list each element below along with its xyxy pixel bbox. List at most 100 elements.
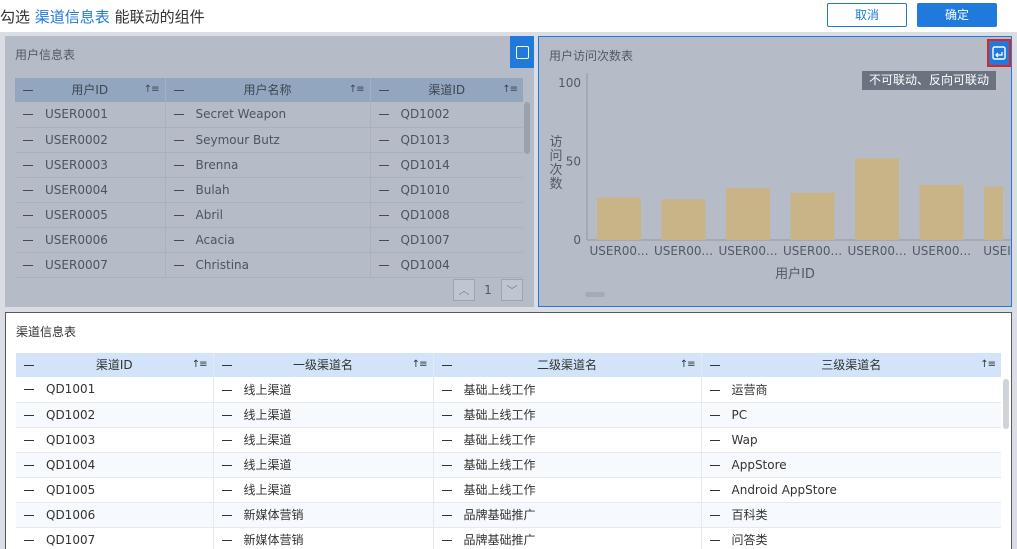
column-header[interactable]: 一级渠道名 ↑≡ <box>212 353 433 377</box>
bar-user00-2[interactable] <box>661 199 706 240</box>
sort-icon[interactable]: ↑≡ <box>680 353 696 377</box>
collapse-icon[interactable] <box>173 239 184 241</box>
sort-icon[interactable]: ↑≡ <box>502 78 518 102</box>
bar-user00-5[interactable] <box>855 158 899 240</box>
collapse-icon[interactable] <box>23 214 33 216</box>
user-table-panel[interactable]: 用户信息表 用户ID ↑≡ 用户名称 ↑≡ 渠道ID ↑≡ USER0001 Secret … <box>5 36 534 307</box>
channel-table-row[interactable]: QD1005 线上渠道 基础上线工作 Android AppStore <box>16 477 1001 503</box>
collapse-icon[interactable] <box>221 490 232 491</box>
user-table-row[interactable]: USER0004 Bulah QD1010 <box>15 177 523 203</box>
collapse-icon[interactable] <box>441 440 452 441</box>
collapse-icon[interactable] <box>24 489 34 491</box>
user-table-row[interactable]: USER0005 Abril QD1008 <box>15 202 523 228</box>
channel-table-row[interactable]: QD1003 线上渠道 基础上线工作 Wap <box>16 427 1001 453</box>
collapse-icon[interactable] <box>221 440 232 441</box>
cell-value: 基础上线工作 <box>463 433 536 447</box>
collapse-icon[interactable] <box>378 239 389 241</box>
collapse-icon[interactable] <box>23 164 33 166</box>
collapse-icon[interactable] <box>24 539 34 541</box>
column-header[interactable]: 用户名称 ↑≡ <box>164 78 370 102</box>
prev-page-button[interactable]: ︿ <box>453 279 475 301</box>
collapse-icon[interactable] <box>173 189 184 191</box>
collapse-icon[interactable] <box>24 464 34 466</box>
collapse-icon[interactable] <box>23 189 33 191</box>
collapse-icon[interactable] <box>221 415 232 416</box>
table-cell: QD1004 <box>369 252 523 278</box>
user-table-row[interactable]: USER0001 Secret Weapon QD1002 <box>15 102 523 128</box>
collapse-icon[interactable] <box>23 114 33 116</box>
visit-chart-panel[interactable]: 100 50 0 访问次数 USER00... USER00... USER00... USE… <box>538 36 1012 307</box>
select-checkbox[interactable] <box>510 36 534 68</box>
table-cell: 线上渠道 <box>212 452 433 478</box>
collapse-icon[interactable] <box>173 114 184 116</box>
collapse-icon[interactable] <box>23 239 33 241</box>
collapse-icon[interactable] <box>441 465 452 466</box>
collapse-icon[interactable] <box>221 515 232 516</box>
bar-user00-4[interactable] <box>790 192 835 240</box>
user-table-row[interactable]: USER0006 Acacia QD1007 <box>15 227 523 253</box>
collapse-icon[interactable] <box>709 540 720 541</box>
collapse-icon[interactable] <box>709 414 720 416</box>
sort-icon[interactable]: ↑≡ <box>192 353 208 377</box>
column-header[interactable]: 渠道ID ↑≡ <box>16 353 213 377</box>
channel-table-row[interactable]: QD1006 新媒体营销 品牌基础推广 百科类 <box>16 502 1001 528</box>
user-table-row[interactable]: USER0003 Brenna QD1014 <box>15 152 523 178</box>
sort-icon[interactable]: ↑≡ <box>349 78 365 102</box>
next-page-button[interactable]: ﹀ <box>501 279 523 301</box>
bar-user00-3[interactable] <box>726 188 770 240</box>
collapse-icon[interactable] <box>24 439 34 441</box>
collapse-icon[interactable] <box>173 214 184 216</box>
collapse-icon[interactable] <box>441 490 452 491</box>
collapse-icon[interactable] <box>378 164 389 166</box>
channel-table-scrollbar[interactable] <box>1003 379 1009 429</box>
column-header[interactable]: 用户ID ↑≡ <box>15 78 165 102</box>
sort-icon[interactable]: ↑≡ <box>980 353 996 377</box>
user-table-row[interactable]: USER0002 Seymour Butz QD1013 <box>15 127 523 153</box>
collapse-icon[interactable] <box>173 264 184 266</box>
cancel-button[interactable]: 取消 <box>827 3 907 27</box>
collapse-icon[interactable] <box>378 189 389 191</box>
bar-user00-1[interactable] <box>597 197 641 240</box>
cell-value: Bulah <box>195 182 230 197</box>
linkage-toggle-button[interactable] <box>987 39 1011 67</box>
collapse-icon[interactable] <box>709 464 720 466</box>
collapse-icon[interactable] <box>173 164 184 166</box>
user-table-scrollbar[interactable] <box>524 102 530 154</box>
column-header[interactable]: 渠道ID ↑≡ <box>369 78 523 102</box>
collapse-icon[interactable] <box>378 114 389 116</box>
channel-table-row[interactable]: QD1002 线上渠道 基础上线工作 PC <box>16 402 1001 428</box>
collapse-icon[interactable] <box>23 264 33 266</box>
user-table-row[interactable]: USER0007 Christina QD1004 <box>15 252 523 278</box>
collapse-icon[interactable] <box>441 540 452 541</box>
collapse-icon[interactable] <box>709 515 720 516</box>
collapse-icon[interactable] <box>221 540 232 541</box>
column-header[interactable]: 三级渠道名 ↑≡ <box>700 353 1001 377</box>
collapse-icon[interactable] <box>221 465 232 466</box>
chart-scroll-thumb[interactable] <box>585 292 605 297</box>
collapse-icon[interactable] <box>24 389 34 391</box>
channel-table-row[interactable]: QD1004 线上渠道 基础上线工作 AppStore <box>16 452 1001 478</box>
collapse-icon[interactable] <box>709 489 720 491</box>
sort-icon[interactable]: ↑≡ <box>144 78 160 102</box>
collapse-icon[interactable] <box>441 515 452 516</box>
column-label: 用户ID <box>71 83 109 97</box>
channel-table-row[interactable]: QD1001 线上渠道 基础上线工作 运营商 <box>16 377 1001 403</box>
collapse-icon[interactable] <box>23 139 33 141</box>
collapse-icon[interactable] <box>173 139 184 141</box>
bar-usei-7[interactable] <box>984 186 1003 240</box>
column-header[interactable]: 二级渠道名 ↑≡ <box>432 353 701 377</box>
sort-icon[interactable]: ↑≡ <box>412 353 428 377</box>
collapse-icon[interactable] <box>709 389 720 391</box>
bar-user00-6[interactable] <box>919 185 964 240</box>
collapse-icon[interactable] <box>441 389 452 391</box>
confirm-button[interactable]: 确定 <box>917 3 997 27</box>
collapse-icon[interactable] <box>709 439 720 441</box>
collapse-icon[interactable] <box>24 414 34 416</box>
collapse-icon[interactable] <box>221 389 232 391</box>
collapse-icon[interactable] <box>24 514 34 516</box>
collapse-icon[interactable] <box>378 264 389 266</box>
channel-table-row[interactable]: QD1007 新媒体营销 品牌基础推广 问答类 <box>16 527 1001 549</box>
collapse-icon[interactable] <box>441 415 452 416</box>
collapse-icon[interactable] <box>378 214 389 216</box>
collapse-icon[interactable] <box>378 139 389 141</box>
